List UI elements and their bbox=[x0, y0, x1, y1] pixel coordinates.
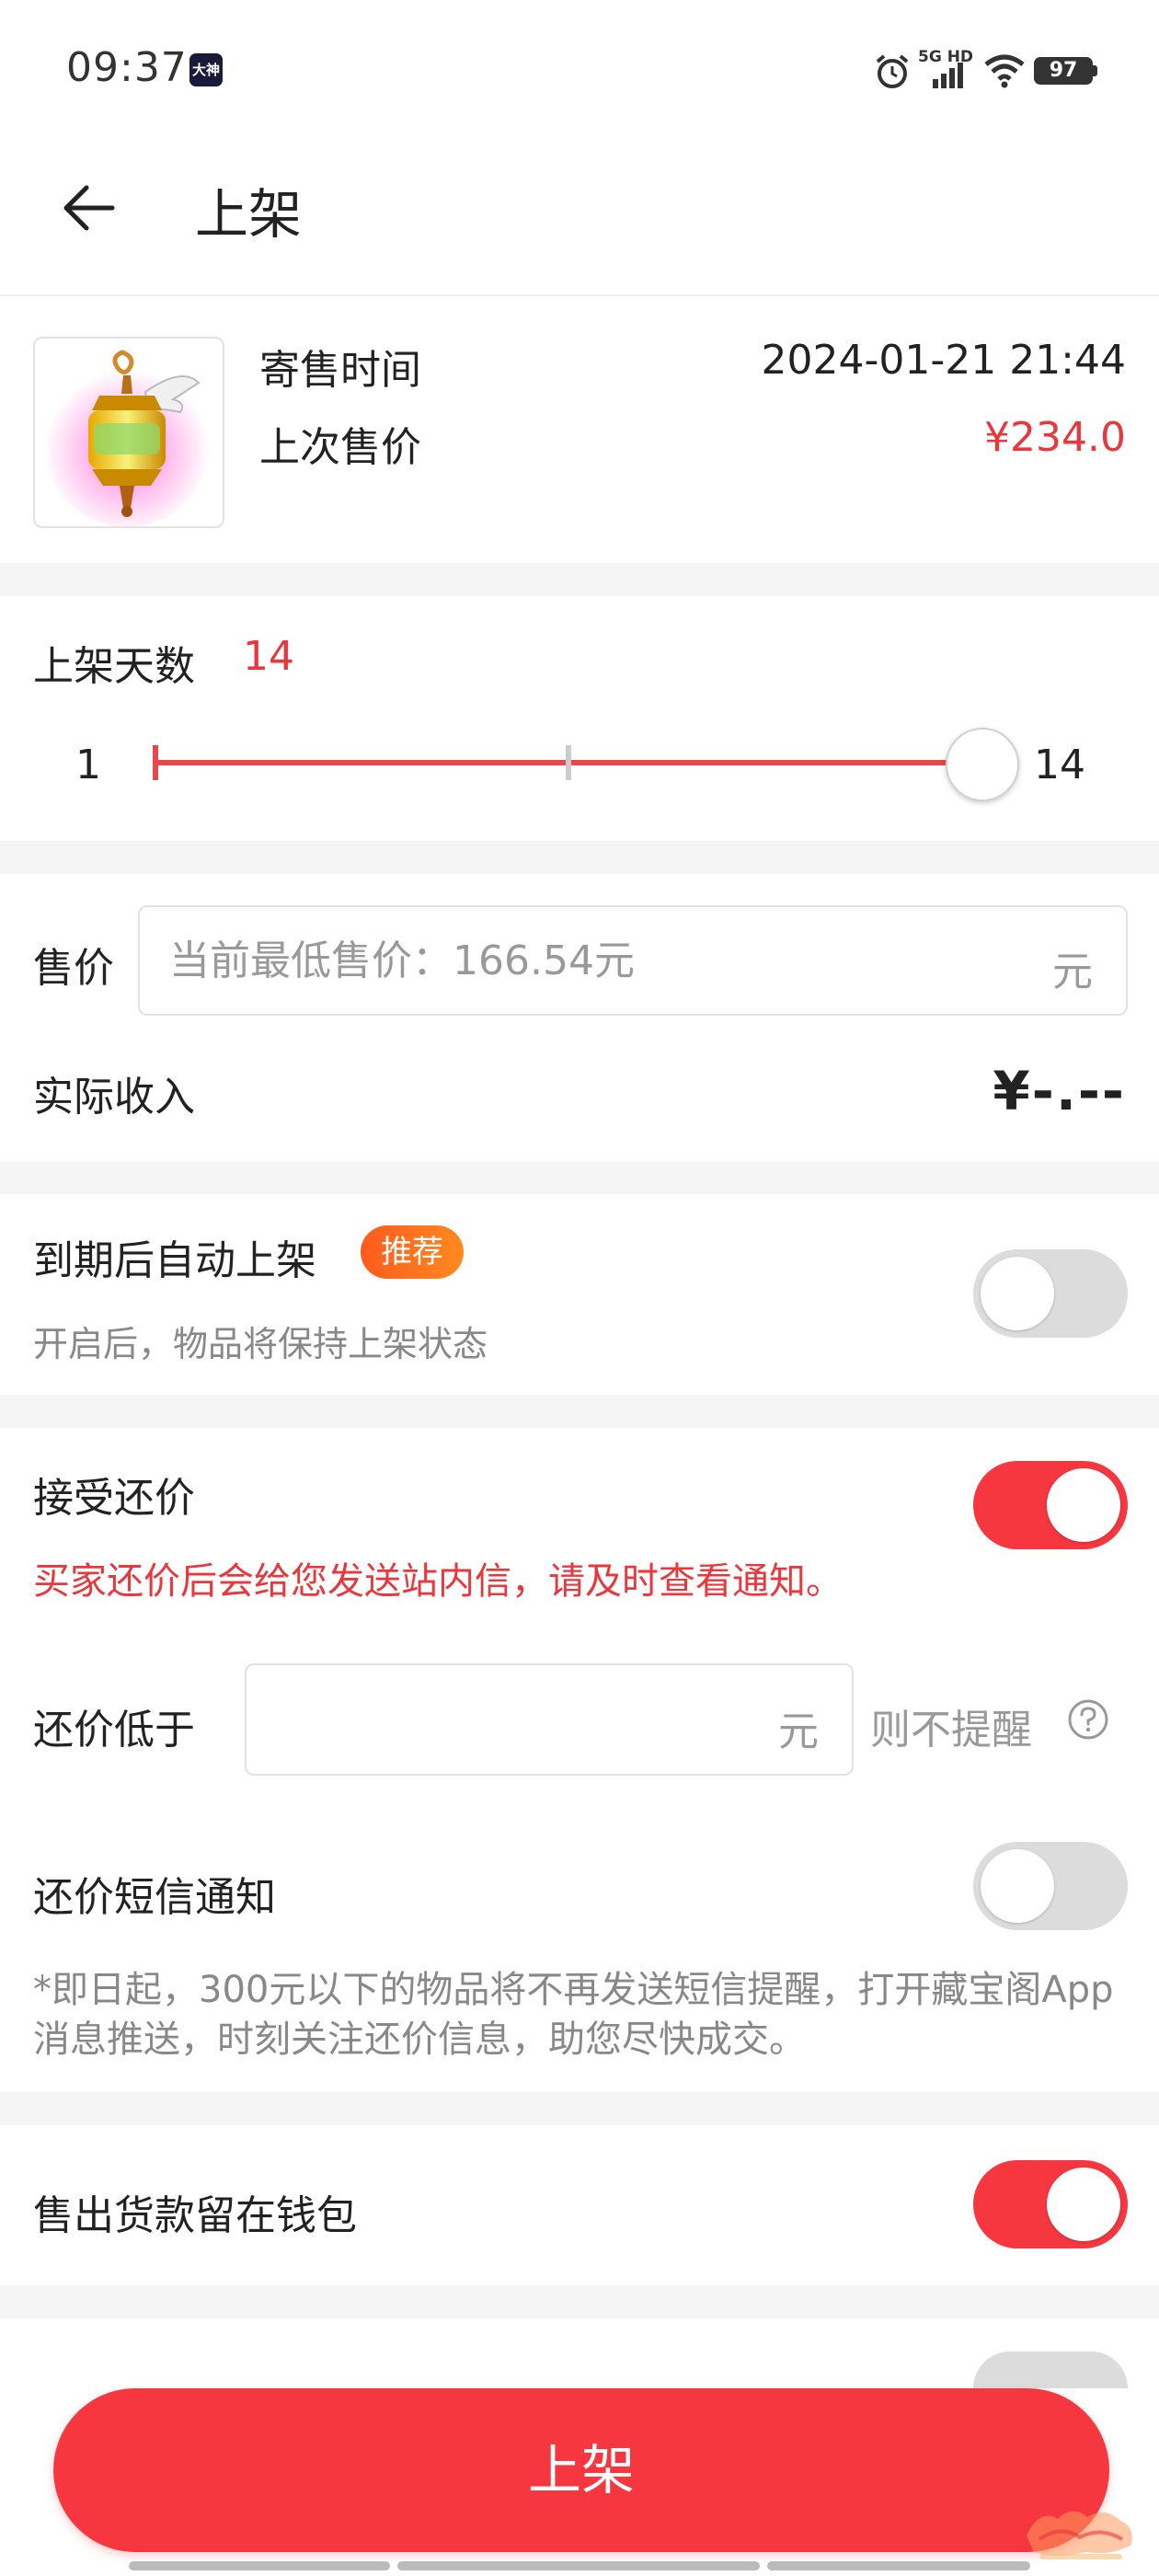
sms-notice-toggle[interactable] bbox=[973, 1842, 1128, 1930]
watermark-logo-icon bbox=[1027, 2511, 1132, 2559]
price-input[interactable] bbox=[169, 907, 997, 1014]
wifi-icon bbox=[984, 54, 1025, 88]
last-price-value: ¥234.0 bbox=[984, 414, 1126, 461]
app-badge-icon: 大神 bbox=[189, 53, 223, 86]
auto-relist-label: 到期后自动上架 bbox=[33, 1237, 316, 1284]
winged-lantern-item-icon bbox=[44, 350, 210, 526]
last-price-label: 上次售价 bbox=[259, 424, 421, 471]
slider-thumb[interactable] bbox=[946, 728, 1019, 801]
consign-time-value: 2024-01-21 21:44 bbox=[761, 337, 1127, 384]
wallet-toggle[interactable] bbox=[973, 2160, 1128, 2248]
accept-counter-offer-label: 接受还价 bbox=[33, 1475, 195, 1522]
counter-threshold-unit: 元 bbox=[778, 1708, 819, 1755]
section-divider bbox=[0, 1161, 1159, 1194]
actual-income-value: ¥-.-- bbox=[993, 1060, 1126, 1122]
accept-counter-offer-toggle[interactable] bbox=[973, 1461, 1128, 1549]
counter-threshold-label: 还价低于 bbox=[33, 1707, 195, 1754]
no-reminder-label: 则不提醒 bbox=[870, 1707, 1032, 1754]
price-input-box[interactable]: 元 bbox=[138, 905, 1128, 1016]
toggle-knob bbox=[981, 1849, 1054, 1923]
recommend-badge: 推荐 bbox=[361, 1225, 464, 1279]
counter-threshold-input-box[interactable]: 元 bbox=[245, 1663, 854, 1776]
gesture-bar-segment bbox=[129, 2561, 390, 2570]
app-header: 上架 bbox=[0, 138, 1159, 296]
price-label: 售价 bbox=[33, 945, 114, 992]
toggle-knob bbox=[1047, 2168, 1120, 2241]
section-divider bbox=[0, 1395, 1159, 1428]
wallet-label: 售出货款留在钱包 bbox=[33, 2192, 357, 2239]
section-divider bbox=[0, 841, 1159, 874]
slider-tick-middle bbox=[566, 745, 571, 780]
slider-min-label: 1 bbox=[75, 742, 101, 788]
partial-toggle[interactable] bbox=[973, 2352, 1128, 2388]
duration-value: 14 bbox=[243, 633, 294, 680]
gesture-bar bbox=[129, 2561, 1030, 2570]
item-thumbnail bbox=[33, 337, 224, 528]
auto-relist-description: 开启后，物品将保持上架状态 bbox=[33, 1324, 488, 1364]
signal-icon bbox=[933, 63, 963, 88]
battery-tip bbox=[1093, 65, 1097, 76]
duration-label: 上架天数 bbox=[33, 643, 195, 690]
list-item-button[interactable]: 上架 bbox=[53, 2388, 1109, 2552]
toggle-knob bbox=[981, 1257, 1054, 1330]
consign-time-label: 寄售时间 bbox=[259, 347, 421, 394]
gesture-bar-segment bbox=[397, 2561, 760, 2570]
status-bar: 09:37 大神 5G HD 97 bbox=[0, 0, 1159, 138]
alarm-icon bbox=[876, 54, 909, 88]
sms-notice-note: *即日起，300元以下的物品将不再发送短信提醒，打开藏宝阁App消息推送，时刻关… bbox=[33, 1969, 1114, 2061]
toggle-knob bbox=[1047, 1468, 1120, 1542]
actual-income-label: 实际收入 bbox=[33, 1074, 195, 1121]
price-unit: 元 bbox=[1052, 949, 1093, 995]
slider-max-label: 14 bbox=[1034, 742, 1085, 788]
auto-relist-toggle[interactable] bbox=[973, 1249, 1128, 1338]
page-title: 上架 bbox=[195, 183, 303, 246]
arrow-left-icon[interactable] bbox=[55, 175, 121, 241]
section-divider bbox=[0, 563, 1159, 596]
gesture-bar-segment bbox=[767, 2561, 1030, 2570]
section-divider bbox=[0, 2285, 1159, 2318]
status-time: 09:37 bbox=[66, 44, 188, 91]
counter-offer-warning: 买家还价后会给您发送站内信，请及时查看通知。 bbox=[33, 1560, 843, 1603]
section-divider bbox=[0, 2092, 1159, 2125]
slider-tick-start bbox=[153, 745, 158, 780]
sms-notice-label: 还价短信通知 bbox=[33, 1874, 276, 1921]
battery-icon: 97 bbox=[1034, 57, 1093, 85]
question-circle-icon[interactable] bbox=[1067, 1698, 1109, 1741]
